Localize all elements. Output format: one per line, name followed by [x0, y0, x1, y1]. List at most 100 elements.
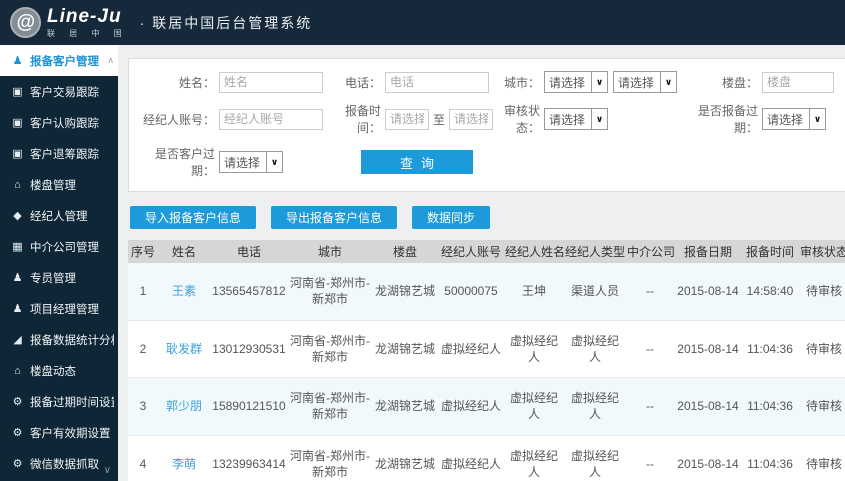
toolbar: 导入报备客户信息 导出报备客户信息 数据同步: [130, 206, 845, 229]
sidebar-item[interactable]: ⚙ 微信数据抓取: [0, 448, 118, 479]
column-header: 中介公司: [626, 240, 674, 263]
table-row: 2 耿发群 13012930531 河南省-郑州市-新郑市 龙湖锦艺城 虚拟经纪人 虚拟经纪…: [128, 320, 845, 379]
chevron-down-icon: ∨: [591, 72, 607, 92]
table-cell: 龙湖锦艺城: [372, 320, 438, 379]
chevron-up-icon[interactable]: ∧: [107, 55, 114, 66]
agent-account-input[interactable]: [219, 108, 323, 130]
table-cell: 2015-08-14: [674, 320, 742, 379]
search-panel: 姓名： 电话： 城市： 请选择 ∨ 请选择 ∨: [128, 58, 845, 192]
data-sync-button[interactable]: 数据同步: [412, 206, 491, 229]
sidebar-item[interactable]: ⚙ 报备过期时间设置: [0, 386, 118, 417]
sidebar-item[interactable]: ♟ 报备客户管理 ∧: [0, 45, 118, 76]
table-cell: 虚拟经纪人: [564, 320, 626, 379]
column-header: 报备时间: [742, 240, 798, 263]
chevron-down-icon: ∨: [266, 152, 282, 172]
sidebar-item[interactable]: ⌂ 楼盘管理: [0, 169, 118, 200]
column-header: 楼盘: [372, 240, 438, 263]
building-icon: ⌂: [14, 364, 21, 377]
table-cell: 15890121510: [210, 377, 288, 436]
table-cell: 龙湖锦艺城: [372, 263, 438, 321]
sidebar-item-label: 专员管理: [30, 272, 76, 285]
sidebar-item[interactable]: ◢ 报备数据统计分析: [0, 324, 118, 355]
column-header: 审核状态: [798, 240, 845, 263]
city-sub-select[interactable]: 请选择 ∨: [613, 71, 677, 93]
sidebar-item-label: 客户有效期设置: [30, 427, 111, 440]
sidebar-item[interactable]: ▦ 中介公司管理: [0, 231, 118, 262]
table-cell: --: [626, 320, 674, 379]
tag-icon: ◆: [13, 210, 22, 222]
sidebar-item[interactable]: ▣ 客户交易跟踪: [0, 76, 118, 107]
table-row: 4 李萌 13239963414 河南省-郑州市-新郑市 龙湖锦艺城 虚拟经纪人 虚拟经纪人…: [128, 435, 845, 481]
gear-icon: ⚙: [12, 458, 23, 470]
logo-text: Line-Ju: [47, 5, 122, 27]
user-icon: ♟: [12, 272, 23, 284]
logo-subtext: 联 居 中 国: [47, 28, 128, 38]
column-header: 经纪人类型: [564, 240, 626, 263]
report-expired-label: 是否报备过期：: [697, 104, 758, 135]
table-row: 3 郭少朋 15890121510 河南省-郑州市-新郑市 龙湖锦艺城 虚拟经纪人 虚拟经纪…: [128, 377, 845, 436]
track-icon: ▣: [12, 148, 23, 160]
phone-input[interactable]: [385, 71, 489, 93]
sidebar-item[interactable]: ♟ 专员管理: [0, 262, 118, 293]
customer-name-link[interactable]: 耿发群: [158, 320, 210, 379]
track-icon: ▣: [12, 86, 23, 98]
customer-expired-select[interactable]: 请选择 ∨: [219, 151, 283, 173]
table-row: 1 王素 13565457812 河南省-郑州市-新郑市 龙湖锦艺城 50000075 王坤…: [128, 263, 845, 321]
sidebar-item[interactable]: ♟ 项目经理管理: [0, 293, 118, 324]
sidebar-item-label: 楼盘动态: [30, 365, 76, 378]
table-cell: 13239963414: [210, 435, 288, 481]
query-button[interactable]: 查询: [361, 150, 473, 174]
table-cell: 14:58:40: [742, 263, 798, 321]
export-report-customers-button[interactable]: 导出报备客户信息: [271, 206, 398, 229]
scroll-down-icon[interactable]: ∨: [104, 465, 111, 476]
chevron-down-icon: ∨: [591, 109, 607, 129]
agent-account-label: 经纪人账号：: [142, 112, 215, 127]
sidebar-item-label: 报备过期时间设置: [30, 396, 114, 409]
sidebar-item[interactable]: ⌂ 楼盘动态: [0, 355, 118, 386]
customer-name-link[interactable]: 李萌: [158, 435, 210, 481]
column-header: 序号: [128, 240, 158, 263]
column-header: 报备日期: [674, 240, 742, 263]
table-cell: 2: [128, 320, 158, 379]
city-province-select[interactable]: 请选择 ∨: [544, 71, 608, 93]
table-cell: 11:04:36: [742, 377, 798, 436]
sidebar-item[interactable]: ▣ 客户认购跟踪: [0, 107, 118, 138]
report-time-from-input[interactable]: [385, 108, 429, 130]
chart-icon: ◢: [13, 334, 22, 346]
phone-label: 电话：: [344, 75, 381, 90]
select-value: 请选择: [618, 75, 655, 90]
customer-name-link[interactable]: 郭少朋: [158, 377, 210, 436]
company-icon: ▦: [12, 241, 23, 253]
track-icon: ▣: [12, 117, 23, 129]
table-cell: 龙湖锦艺城: [372, 435, 438, 481]
sidebar-item-label: 楼盘管理: [30, 179, 76, 192]
table-cell: --: [626, 435, 674, 481]
city-label: 城市：: [503, 75, 540, 90]
customer-name-link[interactable]: 王素: [158, 263, 210, 321]
sidebar-item[interactable]: ⚙ 客户有效期设置: [0, 417, 118, 448]
user-icon: ♟: [12, 303, 23, 315]
table-cell: 虚拟经纪人: [438, 435, 504, 481]
audit-status-label: 审核状态：: [503, 104, 540, 135]
import-report-customers-button[interactable]: 导入报备客户信息: [130, 206, 257, 229]
select-value: 请选择: [224, 155, 261, 170]
table-cell: 虚拟经纪人: [504, 320, 564, 379]
report-expired-select[interactable]: 请选择 ∨: [762, 108, 826, 130]
column-header: 城市: [288, 240, 372, 263]
sidebar-item[interactable]: ▣ 客户退筹跟踪: [0, 138, 118, 169]
table-header-row: 序号 姓名 电话 城市 楼盘 经纪人账号 经纪人姓名 经纪人类型 中介公司 报备日期 报备时间 审核状…: [128, 240, 845, 263]
table-cell: 渠道人员: [564, 263, 626, 321]
report-time-to-input[interactable]: [449, 108, 494, 130]
table-body: 1 王素 13565457812 河南省-郑州市-新郑市 龙湖锦艺城 50000075 王坤…: [128, 263, 845, 481]
table-cell: 王坤: [504, 263, 564, 321]
estate-input[interactable]: [762, 71, 834, 93]
table-cell: 50000075: [438, 263, 504, 321]
gear-icon: ⚙: [12, 396, 23, 408]
table-cell: 虚拟经纪人: [564, 377, 626, 436]
sidebar-item[interactable]: ◆ 经纪人管理: [0, 200, 118, 231]
sidebar-item-label: 客户交易跟踪: [30, 86, 99, 99]
name-label: 姓名：: [178, 75, 215, 90]
table-cell: 11:04:36: [742, 435, 798, 481]
name-input[interactable]: [219, 71, 323, 93]
audit-status-select[interactable]: 请选择 ∨: [544, 108, 608, 130]
